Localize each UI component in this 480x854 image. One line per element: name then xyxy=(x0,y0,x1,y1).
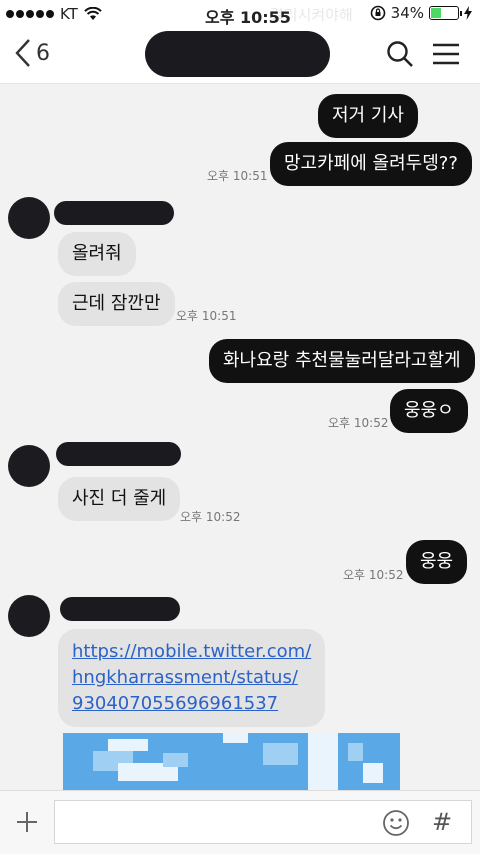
wifi-icon xyxy=(84,7,102,20)
chat-title-redacted xyxy=(145,31,330,77)
signal-icon xyxy=(6,10,54,18)
search-icon[interactable] xyxy=(386,40,414,68)
outgoing-message[interactable]: 화나요랑 추천물눌러달라고할게 xyxy=(209,339,475,383)
message-timestamp: 오후 10:51 xyxy=(207,169,268,183)
orientation-lock-icon xyxy=(370,5,385,21)
outgoing-message[interactable]: 저거 기사 xyxy=(318,94,418,138)
battery-percent: 34% xyxy=(390,4,424,22)
message-timestamp: 오후 10:52 xyxy=(343,568,404,582)
outgoing-message[interactable]: 웅웅ㅇ xyxy=(390,389,468,433)
back-button[interactable]: 6 xyxy=(14,38,50,68)
menu-icon[interactable] xyxy=(432,43,460,65)
link-line[interactable]: 930407055696961537 xyxy=(72,691,311,717)
message-list[interactable]: 저거 기사 오후 10:51 망고카페에 올려두뎅?? 올려줘 근데 잠깐만 오… xyxy=(0,85,480,790)
message-timestamp: 오후 10:52 xyxy=(180,510,241,524)
incoming-message[interactable]: 올려줘 xyxy=(58,232,136,276)
avatar[interactable] xyxy=(8,445,50,487)
status-bar: KT 렬리시켜야해 오후 10:55 34% xyxy=(0,0,480,28)
hashtag-search-button[interactable]: # xyxy=(432,808,452,836)
incoming-message[interactable]: 근데 잠깐만 xyxy=(58,282,175,326)
carrier-label: KT xyxy=(60,5,78,23)
message-input-bar: # xyxy=(0,790,480,854)
incoming-message[interactable]: 사진 더 줄게 xyxy=(58,477,181,521)
message-timestamp: 오후 10:52 xyxy=(328,416,389,430)
link-line[interactable]: hngkharrassment/status/ xyxy=(72,665,311,691)
sender-name-redacted xyxy=(54,201,174,225)
status-time: 오후 10:55 xyxy=(205,8,291,27)
signal-area: KT xyxy=(6,5,102,23)
incoming-link-message[interactable]: https://mobile.twitter.com/ hngkharrassm… xyxy=(58,629,325,727)
outgoing-message[interactable]: 망고카페에 올려두뎅?? xyxy=(270,142,472,186)
link-line[interactable]: https://mobile.twitter.com/ xyxy=(72,639,311,665)
sender-name-redacted xyxy=(60,597,180,621)
link-preview-image[interactable] xyxy=(63,733,400,790)
battery-icon xyxy=(429,6,462,20)
outgoing-message[interactable]: 웅웅 xyxy=(406,540,468,584)
avatar[interactable] xyxy=(8,595,50,637)
message-timestamp: 오후 10:51 xyxy=(176,309,237,323)
charging-icon xyxy=(464,6,472,20)
unread-count: 6 xyxy=(36,40,50,66)
chat-header: 6 xyxy=(0,28,480,84)
battery-area: 34% xyxy=(370,4,472,22)
avatar[interactable] xyxy=(8,197,50,239)
sender-name-redacted xyxy=(56,442,181,466)
emoji-icon[interactable] xyxy=(382,809,410,837)
plus-icon[interactable] xyxy=(16,811,38,833)
chevron-left-icon xyxy=(15,39,30,67)
